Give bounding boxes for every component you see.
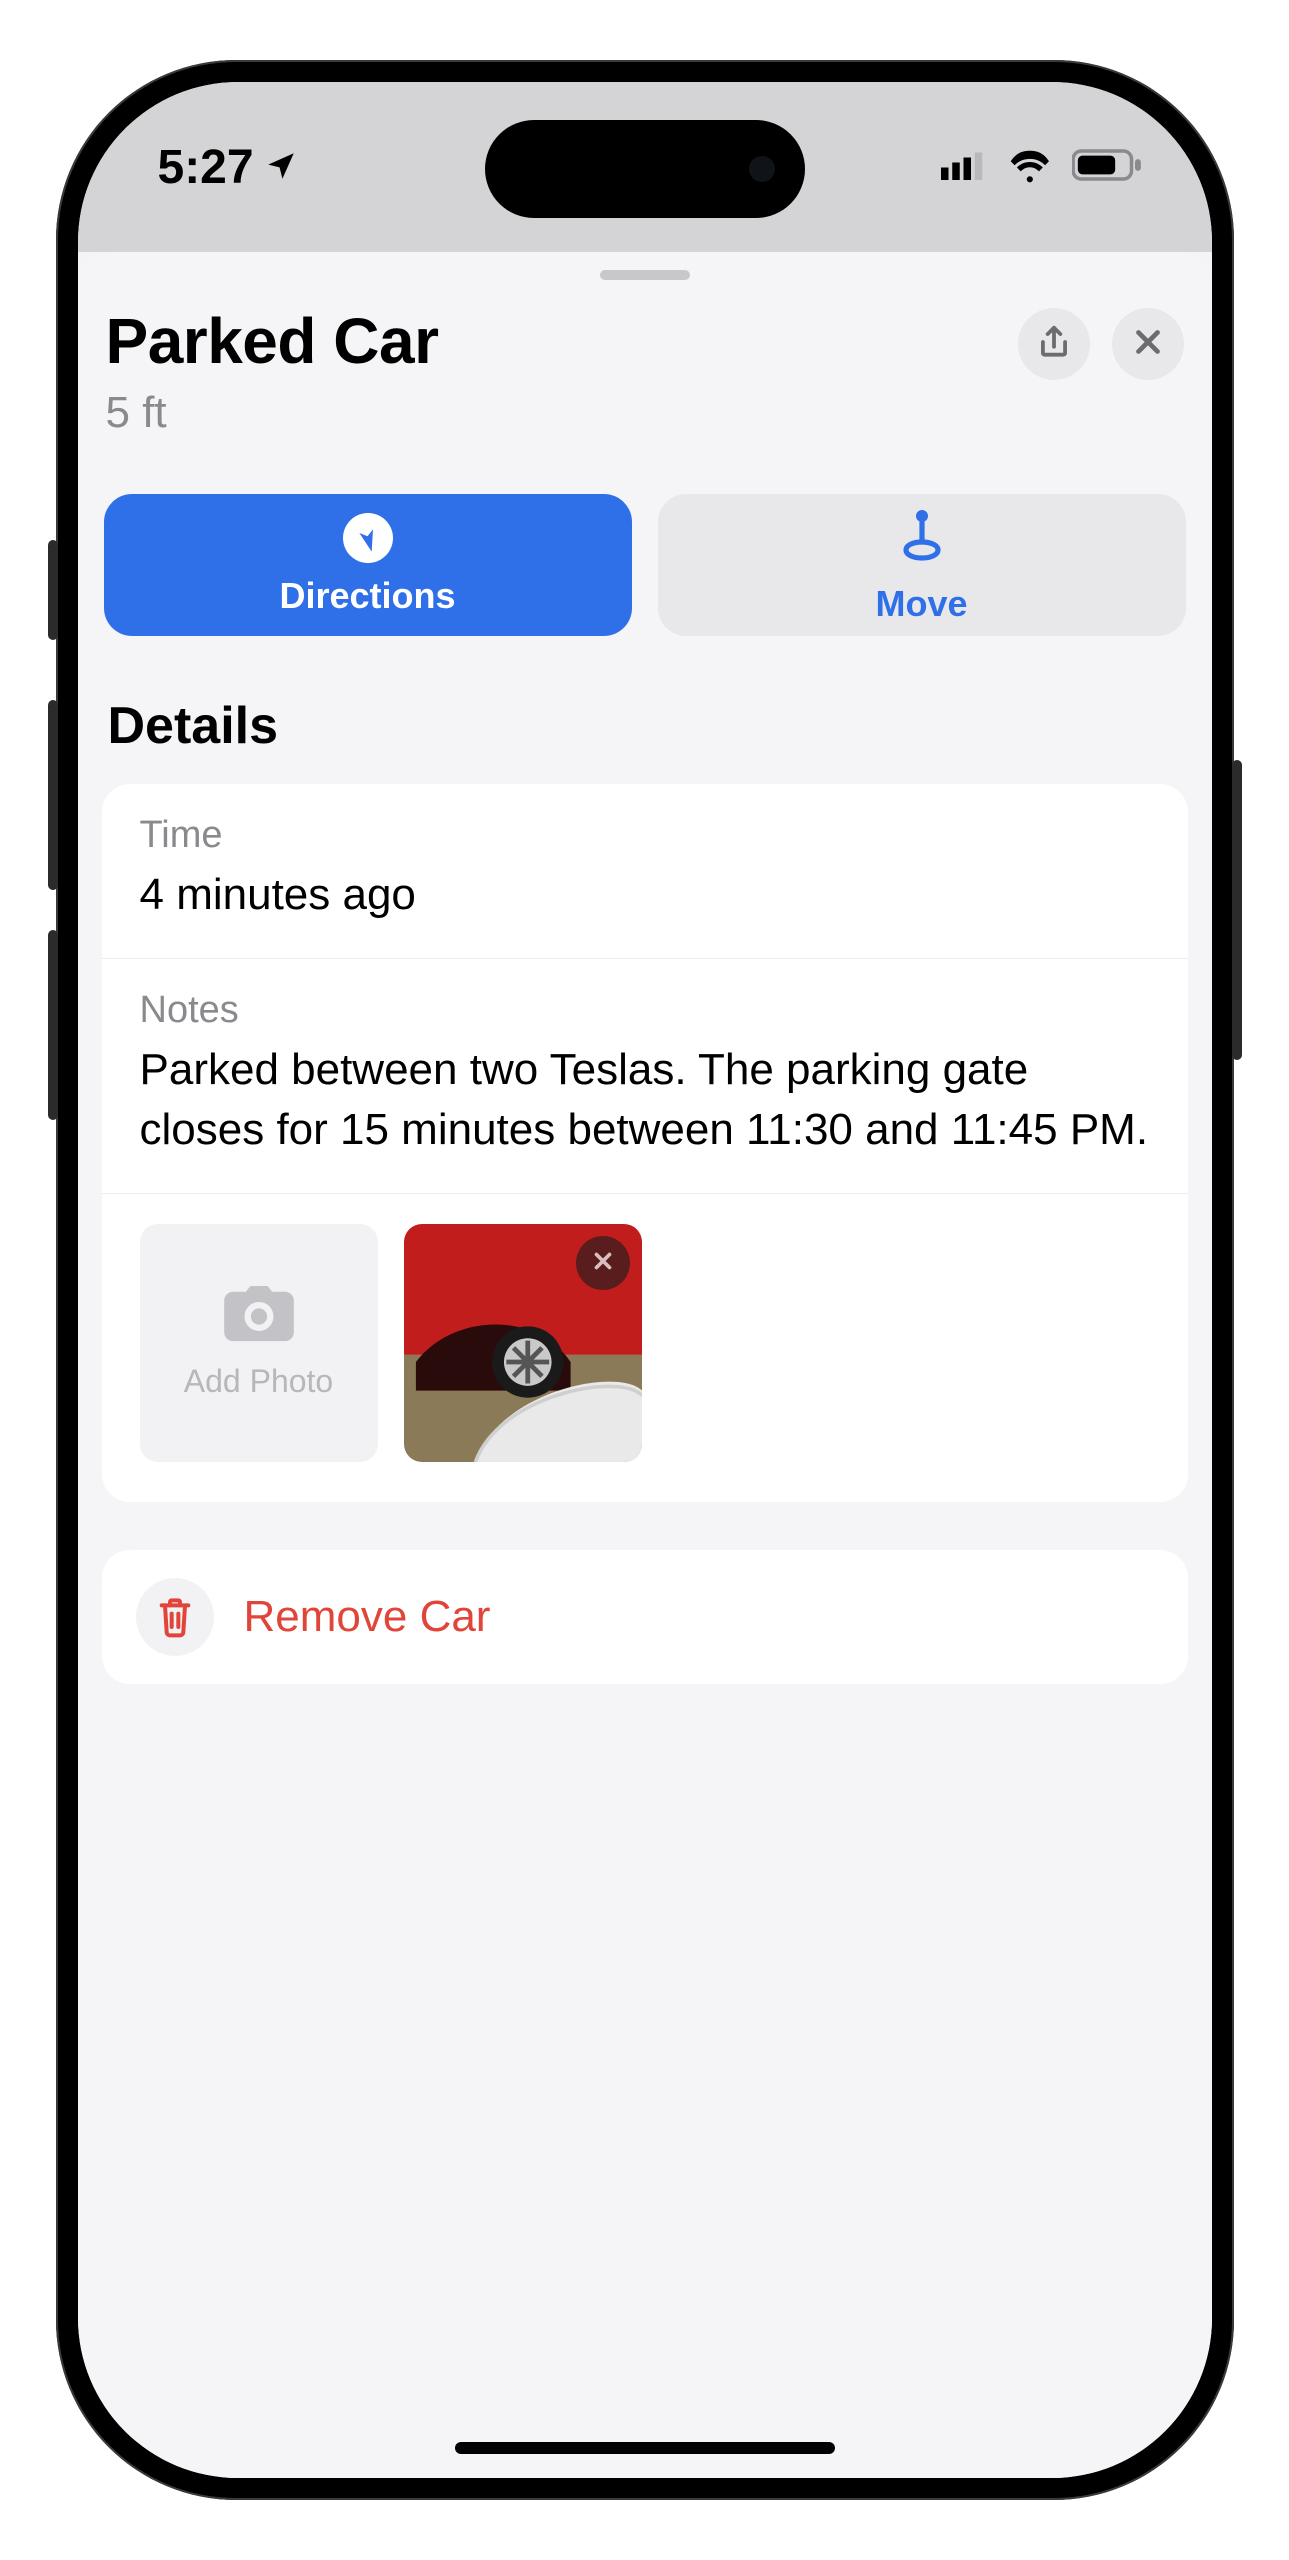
move-button[interactable]: Move: [658, 494, 1186, 636]
directions-label: Directions: [279, 575, 455, 617]
move-label: Move: [875, 583, 967, 625]
details-card: Time 4 minutes ago Notes Parked between …: [102, 784, 1188, 1502]
parked-car-sheet: Parked Car 5 ft: [78, 252, 1212, 2478]
directions-button[interactable]: Directions: [104, 494, 632, 636]
cellular-icon: [940, 150, 992, 185]
wifi-icon: [1010, 147, 1054, 188]
photos-cell: Add Photo: [102, 1194, 1188, 1502]
directions-icon: [343, 513, 393, 563]
close-icon: [590, 1248, 616, 1279]
time-value: 4 minutes ago: [140, 865, 1150, 924]
remove-car-button[interactable]: Remove Car: [102, 1550, 1188, 1684]
dynamic-island: [485, 120, 805, 218]
location-icon: [264, 140, 298, 195]
battery-icon: [1072, 148, 1142, 187]
remove-photo-button[interactable]: [576, 1236, 630, 1290]
remove-car-label: Remove Car: [244, 1592, 491, 1642]
side-button: [1232, 760, 1242, 1060]
trash-icon: [136, 1578, 214, 1656]
notes-label: Notes: [140, 989, 1150, 1032]
time-label: Time: [140, 814, 1150, 857]
notes-value: Parked between two Teslas. The parking g…: [140, 1040, 1150, 1159]
time-cell: Time 4 minutes ago: [102, 784, 1188, 959]
add-photo-label: Add Photo: [184, 1363, 333, 1400]
close-button[interactable]: [1112, 308, 1184, 380]
phone-mockup: 5:27: [56, 60, 1234, 2500]
side-button: [48, 700, 58, 890]
status-time: 5:27: [158, 140, 254, 195]
distance-label: 5 ft: [106, 388, 439, 438]
share-icon: [1035, 323, 1073, 366]
camera-icon: [223, 1286, 295, 1349]
notes-cell[interactable]: Notes Parked between two Teslas. The par…: [102, 959, 1188, 1194]
home-indicator[interactable]: [455, 2442, 835, 2454]
side-button: [48, 930, 58, 1120]
share-button[interactable]: [1018, 308, 1090, 380]
page-title: Parked Car: [106, 304, 439, 378]
parked-car-photo[interactable]: [404, 1224, 642, 1462]
details-heading: Details: [108, 696, 1188, 756]
add-photo-button[interactable]: Add Photo: [140, 1224, 378, 1462]
side-button: [48, 540, 58, 640]
sheet-grabber[interactable]: [600, 270, 690, 280]
pin-move-icon: [897, 506, 947, 571]
close-icon: [1129, 323, 1167, 366]
